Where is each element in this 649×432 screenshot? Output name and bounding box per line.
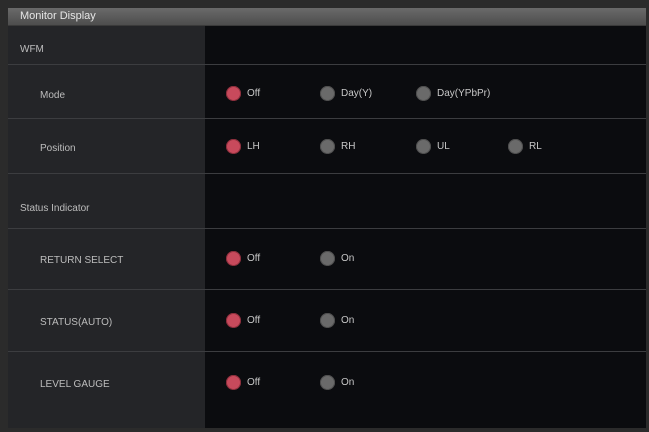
section-label-wfm: WFM (20, 44, 44, 55)
level-gauge-option-off[interactable]: Off (226, 375, 260, 390)
radio-unselected-icon[interactable] (416, 86, 431, 101)
mode-option-off[interactable]: Off (226, 86, 260, 101)
return-select-option-on[interactable]: On (320, 251, 354, 266)
radio-selected-icon[interactable] (226, 86, 241, 101)
radio-unselected-icon[interactable] (320, 86, 335, 101)
mode-label: Mode (40, 90, 66, 101)
panel-title: Monitor Display (20, 10, 96, 22)
radio-unselected-icon[interactable] (320, 139, 335, 154)
status-auto-label: STATUS(AUTO) (40, 317, 113, 328)
radio-selected-icon[interactable] (226, 375, 241, 390)
mode-option-day-ypbpr[interactable]: Day(YPbPr) (416, 86, 490, 101)
radio-selected-icon[interactable] (226, 313, 241, 328)
position-option-lh[interactable]: LH (226, 139, 260, 154)
radio-selected-icon[interactable] (226, 139, 241, 154)
radio-unselected-icon[interactable] (416, 139, 431, 154)
return-select-label: RETURN SELECT (40, 255, 124, 266)
level-gauge-label: LEVEL GAUGE (40, 379, 110, 390)
position-option-rh[interactable]: RH (320, 139, 355, 154)
row-divider (8, 228, 646, 229)
radio-selected-icon[interactable] (226, 251, 241, 266)
row-divider (8, 118, 646, 119)
radio-unselected-icon[interactable] (320, 375, 335, 390)
section-label-status-indicator: Status Indicator (20, 203, 90, 214)
row-divider (8, 64, 646, 65)
mode-option-day-y[interactable]: Day(Y) (320, 86, 372, 101)
row-divider (8, 289, 646, 290)
radio-unselected-icon[interactable] (508, 139, 523, 154)
position-option-rl[interactable]: RL (508, 139, 542, 154)
status-auto-option-on[interactable]: On (320, 313, 354, 328)
return-select-option-off[interactable]: Off (226, 251, 260, 266)
panel-title-bar: Monitor Display (8, 8, 646, 26)
level-gauge-option-on[interactable]: On (320, 375, 354, 390)
row-divider (8, 351, 646, 352)
radio-unselected-icon[interactable] (320, 251, 335, 266)
radio-unselected-icon[interactable] (320, 313, 335, 328)
row-divider (8, 173, 646, 174)
label-column (8, 26, 205, 428)
position-option-ul[interactable]: UL (416, 139, 450, 154)
position-label: Position (40, 143, 76, 154)
status-auto-option-off[interactable]: Off (226, 313, 260, 328)
